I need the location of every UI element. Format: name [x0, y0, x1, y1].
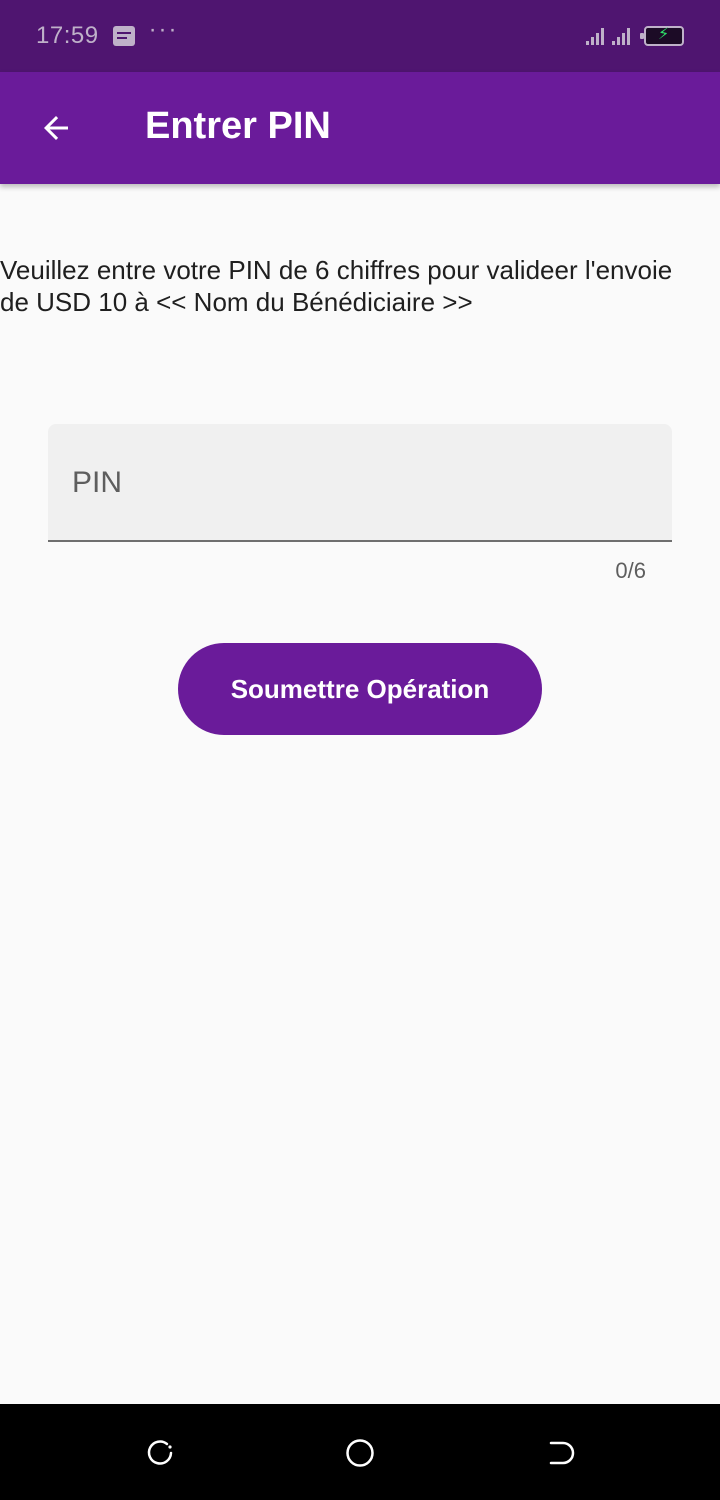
- pin-field[interactable]: [48, 424, 672, 542]
- back-button[interactable]: [28, 100, 84, 156]
- page-title: Entrer PIN: [145, 105, 331, 147]
- home-icon[interactable]: [345, 1438, 375, 1468]
- app-bar: Entrer PIN: [0, 72, 720, 184]
- arrow-back-icon: [44, 116, 68, 140]
- instruction-text: Veuillez entre votre PIN de 6 chiffres p…: [0, 255, 673, 317]
- signal-icon: [586, 27, 604, 45]
- status-icons: ⚡: [586, 26, 684, 46]
- recent-apps-icon[interactable]: [145, 1438, 175, 1468]
- status-bar: 17:59 ··· ⚡: [0, 0, 720, 72]
- more-notifications-indicator: ···: [148, 16, 179, 43]
- back-nav-icon[interactable]: [545, 1438, 575, 1468]
- status-time: 17:59: [36, 22, 99, 49]
- pin-input[interactable]: [72, 458, 632, 508]
- signal-icon: [612, 27, 630, 45]
- submit-operation-button[interactable]: Soumettre Opération: [178, 643, 542, 735]
- battery-charging-icon: ⚡: [640, 26, 684, 46]
- message-icon: [112, 26, 135, 46]
- pin-character-counter: 0/6: [615, 558, 646, 583]
- navigation-bar: [0, 1404, 720, 1500]
